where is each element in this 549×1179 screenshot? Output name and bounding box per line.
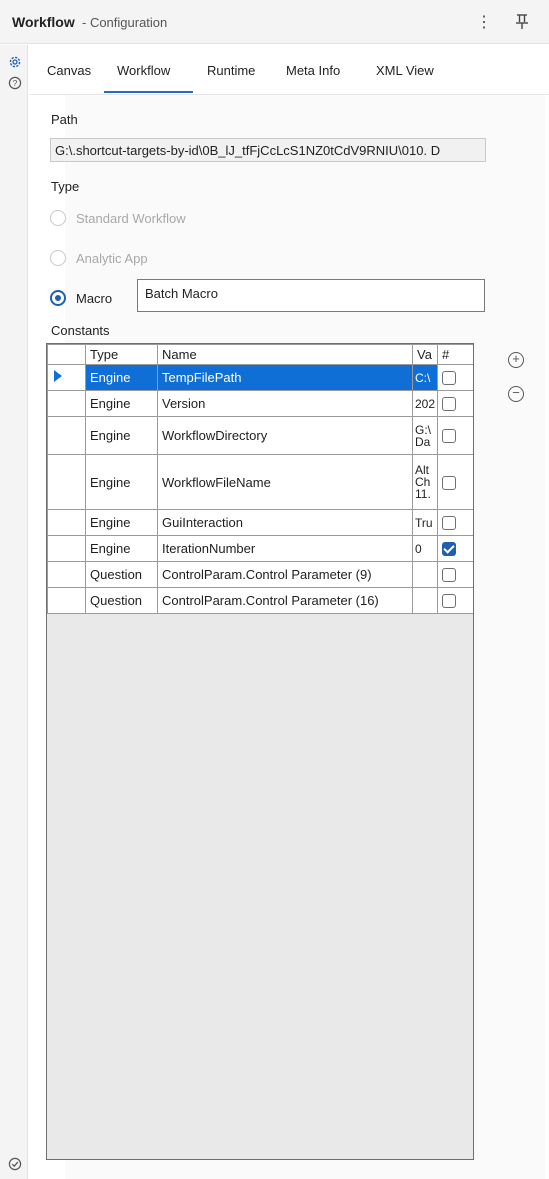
- tab-xml-view[interactable]: XML View: [376, 63, 434, 78]
- table-row[interactable]: Engine Version 202: [47, 390, 473, 417]
- cell-type[interactable]: Engine: [85, 535, 158, 562]
- table-row[interactable]: Engine TempFilePath C:\: [47, 364, 473, 391]
- column-header-name[interactable]: Name: [157, 344, 413, 365]
- svg-text:?: ?: [13, 78, 18, 88]
- cell-number: [437, 416, 473, 455]
- cell-type[interactable]: Engine: [85, 509, 158, 536]
- number-checkbox[interactable]: [442, 516, 456, 531]
- row-selector[interactable]: [47, 390, 86, 417]
- cell-number: [437, 587, 473, 614]
- cell-number: [437, 561, 473, 588]
- tab-workflow[interactable]: Workflow: [117, 63, 170, 78]
- cell-value[interactable]: Tru: [412, 509, 438, 536]
- radio-analytic-app-label: Analytic App: [76, 251, 148, 266]
- cell-name[interactable]: WorkflowFileName: [157, 454, 413, 510]
- tab-meta-info[interactable]: Meta Info: [286, 63, 340, 78]
- number-checkbox[interactable]: [442, 594, 456, 609]
- table-row[interactable]: Question ControlParam.Control Parameter …: [47, 587, 473, 614]
- tab-bar: Canvas Workflow Runtime Meta Info XML Vi…: [29, 45, 549, 95]
- cell-type[interactable]: Engine: [85, 454, 158, 510]
- minus-circle-icon[interactable]: −: [508, 386, 524, 402]
- cell-type[interactable]: Question: [85, 561, 158, 588]
- cell-name[interactable]: ControlParam.Control Parameter (9): [157, 561, 413, 588]
- row-selector[interactable]: [47, 416, 86, 455]
- active-tab-indicator: [104, 91, 193, 93]
- title-bar: Workflow - Configuration ⋮: [0, 0, 549, 44]
- cell-value[interactable]: [412, 587, 438, 614]
- help-icon[interactable]: ?: [8, 76, 22, 90]
- radio-macro-label: Macro: [76, 291, 113, 306]
- cell-number: [437, 509, 473, 536]
- cell-number: [437, 390, 473, 417]
- cell-type[interactable]: Engine: [85, 416, 158, 455]
- tab-runtime[interactable]: Runtime: [207, 63, 255, 78]
- cell-type[interactable]: Engine: [85, 390, 158, 417]
- table-row[interactable]: Engine IterationNumber 0: [47, 535, 473, 562]
- cell-type[interactable]: Question: [85, 587, 158, 614]
- window-title: Workflow: [12, 14, 75, 30]
- pin-icon[interactable]: [516, 14, 528, 30]
- tab-canvas[interactable]: Canvas: [47, 63, 91, 78]
- cell-number: [437, 364, 473, 391]
- cell-value[interactable]: 202: [412, 390, 438, 417]
- row-selector[interactable]: [47, 587, 86, 614]
- cell-name[interactable]: TempFilePath: [157, 364, 413, 391]
- radio-standard-workflow[interactable]: [50, 210, 66, 226]
- row-selector[interactable]: [47, 454, 86, 510]
- cell-name[interactable]: GuiInteraction: [157, 509, 413, 536]
- plus-circle-icon[interactable]: +: [508, 352, 524, 368]
- number-checkbox[interactable]: [442, 475, 456, 490]
- path-field[interactable]: G:\.shortcut-targets-by-id\0B_lJ_tfFjCcL…: [50, 138, 486, 162]
- macro-type-field[interactable]: Batch Macro: [137, 279, 485, 312]
- row-header-corner: [47, 344, 86, 365]
- path-label: Path: [51, 112, 78, 127]
- column-header-type[interactable]: Type: [85, 344, 158, 365]
- table-row[interactable]: Engine WorkflowDirectory G:\ Da: [47, 416, 473, 455]
- table-row[interactable]: Engine WorkflowFileName Alt Ch 11.: [47, 454, 473, 510]
- window-subtitle: - Configuration: [82, 15, 168, 30]
- more-vertical-icon[interactable]: ⋮: [476, 12, 492, 32]
- type-label: Type: [51, 179, 80, 194]
- table-row[interactable]: Question ControlParam.Control Parameter …: [47, 561, 473, 588]
- cell-name[interactable]: Version: [157, 390, 413, 417]
- cell-name[interactable]: WorkflowDirectory: [157, 416, 413, 455]
- cell-number: [437, 454, 473, 510]
- cell-name[interactable]: IterationNumber: [157, 535, 413, 562]
- column-header-number[interactable]: #: [437, 344, 473, 365]
- cell-name[interactable]: ControlParam.Control Parameter (16): [157, 587, 413, 614]
- cell-value[interactable]: 0: [412, 535, 438, 562]
- constants-label: Constants: [51, 323, 110, 338]
- number-checkbox[interactable]: [442, 568, 456, 583]
- cell-value[interactable]: G:\ Da: [412, 416, 438, 455]
- number-checkbox[interactable]: [442, 397, 456, 412]
- row-selector[interactable]: [47, 509, 86, 536]
- row-selector[interactable]: [47, 535, 86, 562]
- cell-value[interactable]: C:\: [412, 364, 438, 391]
- number-checkbox[interactable]: [442, 371, 456, 386]
- current-row-arrow-icon: [54, 370, 62, 382]
- number-checkbox[interactable]: [442, 542, 456, 557]
- number-checkbox[interactable]: [442, 429, 456, 444]
- constants-grid: Type Name Va # Engine TempFilePath C:\ E…: [46, 343, 474, 1160]
- cell-value[interactable]: Alt Ch 11.: [412, 454, 438, 510]
- cell-value[interactable]: [412, 561, 438, 588]
- gear-icon[interactable]: [8, 55, 22, 69]
- column-header-value[interactable]: Va: [412, 344, 438, 365]
- table-header-row: Type Name Va #: [47, 344, 473, 365]
- row-selector[interactable]: [47, 364, 86, 391]
- cell-type[interactable]: Engine: [85, 364, 158, 391]
- side-toolbar: ?: [0, 45, 28, 1179]
- radio-analytic-app[interactable]: [50, 250, 66, 266]
- constants-table: Type Name Va # Engine TempFilePath C:\ E…: [47, 344, 473, 614]
- row-selector[interactable]: [47, 561, 86, 588]
- check-circle-icon: [8, 1157, 22, 1171]
- cell-number: [437, 535, 473, 562]
- table-row[interactable]: Engine GuiInteraction Tru: [47, 509, 473, 536]
- radio-macro[interactable]: [50, 290, 66, 306]
- radio-standard-workflow-label: Standard Workflow: [76, 211, 186, 226]
